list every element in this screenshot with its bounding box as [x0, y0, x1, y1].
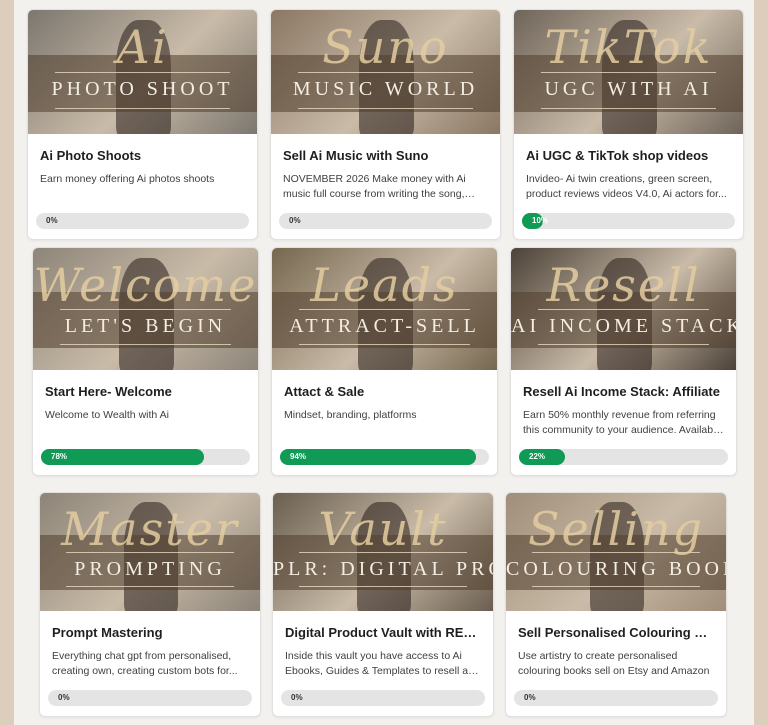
course-description: Mindset, branding, platforms [284, 409, 417, 421]
cover-overlay-title: LET'S BEGIN [64, 315, 227, 338]
course-card[interactable]: Suno MUSIC WORLD Sell Ai Music with Suno… [270, 9, 501, 240]
course-cover-image[interactable]: Welcome LET'S BEGIN [33, 248, 258, 370]
progress-bar: 0% [514, 690, 718, 706]
progress-bar: 0% [48, 690, 252, 706]
progress-label: 22% [529, 452, 546, 461]
cover-overlay-title: PROMPTING [74, 557, 226, 580]
progress-label: 0% [46, 216, 58, 225]
progress-bar: 0% [36, 213, 249, 229]
cover-script-text: Resell [546, 257, 701, 312]
cover-script-text: Master [61, 502, 239, 557]
course-title[interactable]: Ai UGC & TikTok shop videos [526, 148, 731, 163]
course-cover-image[interactable]: Vault PLR: DIGITAL PRODUCTS [273, 493, 493, 611]
cover-overlay-title: MUSIC WORLD [292, 78, 479, 101]
course-cover-image[interactable]: Resell AI INCOME STACK [511, 248, 736, 370]
course-card[interactable]: Resell AI INCOME STACK Resell Ai Income … [510, 247, 737, 476]
cover-script-text: TikTok [544, 19, 713, 74]
progress-label: 0% [524, 693, 536, 702]
progress-bar: 10% [522, 213, 735, 229]
course-title[interactable]: Sell Ai Music with Suno [283, 148, 488, 163]
course-card[interactable]: Master PROMPTING Prompt Mastering Everyt… [39, 492, 261, 717]
course-card[interactable]: TikTok UGC WITH AI Ai UGC & TikTok shop … [513, 9, 744, 240]
cover-overlay-title: UGC WITH AI [544, 78, 713, 101]
progress-label: 0% [291, 693, 303, 702]
cover-script-text: Welcome [33, 257, 258, 312]
course-description: Everything chat gpt from personalised, c… [52, 650, 238, 677]
progress-bar: 22% [519, 449, 728, 465]
course-cover-image[interactable]: Suno MUSIC WORLD [271, 10, 500, 134]
course-description: Invideo- Ai twin creations, green screen… [526, 173, 727, 200]
course-title[interactable]: Start Here- Welcome [45, 384, 246, 399]
course-description: Inside this vault you have access to Ai … [285, 650, 474, 677]
course-title[interactable]: Prompt Mastering [52, 625, 248, 640]
cover-script-text: Leads [310, 257, 459, 312]
cover-overlay-title: PHOTO SHOOT [51, 78, 234, 101]
course-cover-image[interactable]: TikTok UGC WITH AI [514, 10, 743, 134]
course-title[interactable]: Attact & Sale [284, 384, 485, 399]
course-cover-image[interactable]: Leads ATTRACT-SELL [272, 248, 497, 370]
cover-overlay-title: PLR: DIGITAL PRODUCTS [273, 557, 493, 580]
course-description: Welcome to Wealth with Ai [45, 409, 169, 421]
progress-fill [280, 449, 477, 465]
course-card[interactable]: Leads ATTRACT-SELL Attact & Sale Mindset… [271, 247, 498, 476]
progress-bar: 0% [281, 690, 485, 706]
progress-label: 94% [290, 452, 307, 461]
course-cover-image[interactable]: Selling COLOURING BOOKS [506, 493, 726, 611]
course-title[interactable]: Digital Product Vault with RESELL... [285, 625, 481, 640]
progress-label: 78% [51, 452, 68, 461]
course-description: Earn money offering Ai photos shoots [40, 173, 215, 185]
progress-bar: 94% [280, 449, 489, 465]
course-title[interactable]: Ai Photo Shoots [40, 148, 245, 163]
course-description: NOVEMBER 2026 Make money with Ai music f… [283, 173, 466, 200]
cover-script-text: Suno [322, 19, 449, 74]
course-description: Earn 50% monthly revenue from referring … [523, 409, 722, 436]
course-cover-image[interactable]: Ai PHOTO SHOOT [28, 10, 257, 134]
progress-label: 10% [532, 216, 549, 225]
course-card[interactable]: Vault PLR: DIGITAL PRODUCTS Digital Prod… [272, 492, 494, 717]
cover-overlay-title: COLOURING BOOKS [506, 557, 726, 580]
cover-script-text: Selling [528, 502, 704, 557]
cover-overlay-title: AI INCOME STACK [511, 315, 736, 338]
cover-script-text: Vault [318, 502, 448, 557]
progress-bar: 0% [279, 213, 492, 229]
cover-overlay-title: ATTRACT-SELL [289, 315, 480, 338]
cover-script-text: Ai [116, 19, 169, 74]
course-title[interactable]: Sell Personalised Colouring books [518, 625, 714, 640]
course-card[interactable]: Ai PHOTO SHOOT Ai Photo Shoots Earn mone… [27, 9, 258, 240]
course-cover-image[interactable]: Master PROMPTING [40, 493, 260, 611]
course-card[interactable]: Welcome LET'S BEGIN Start Here- Welcome … [32, 247, 259, 476]
progress-bar: 78% [41, 449, 250, 465]
course-description: Use artistry to create personalised colo… [518, 650, 710, 677]
course-title[interactable]: Resell Ai Income Stack: Affiliate [523, 384, 724, 399]
progress-label: 0% [58, 693, 70, 702]
progress-label: 0% [289, 216, 301, 225]
course-card[interactable]: Selling COLOURING BOOKS Sell Personalise… [505, 492, 727, 717]
